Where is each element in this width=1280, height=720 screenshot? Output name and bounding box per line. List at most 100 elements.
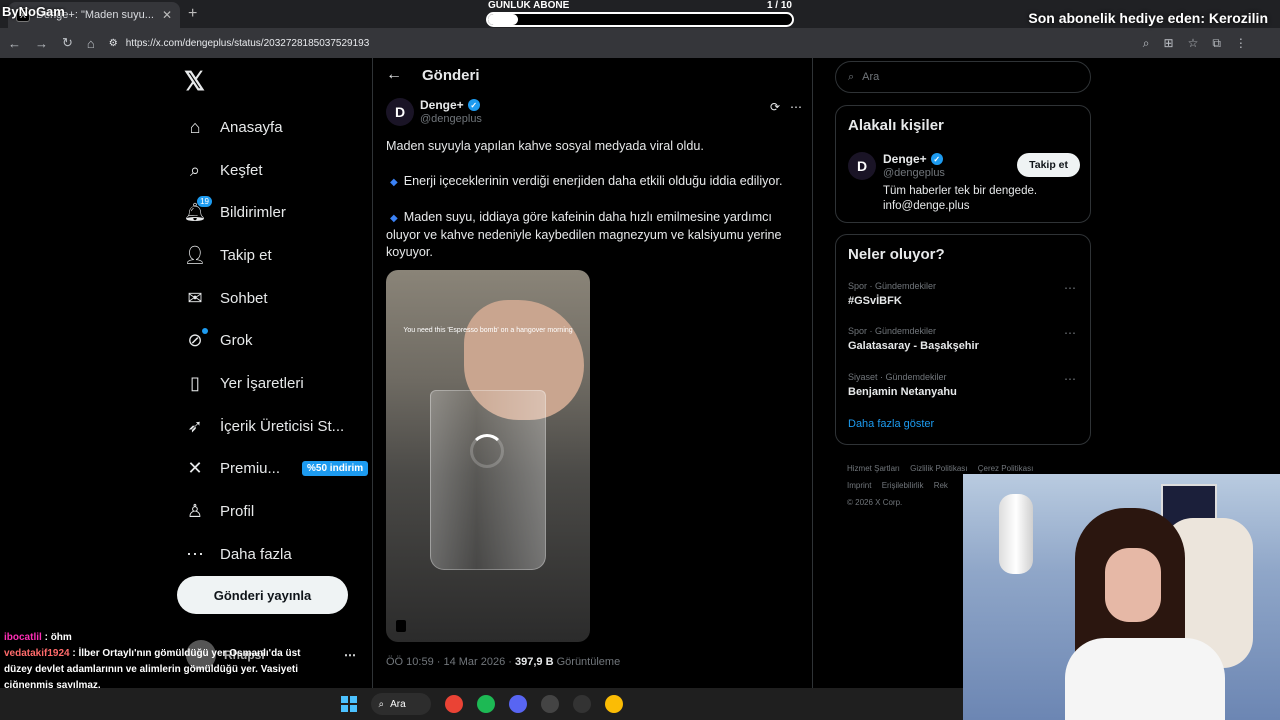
grok-dot — [202, 327, 208, 334]
author-handle[interactable]: @dengeplus — [420, 113, 482, 125]
trend-item[interactable]: Spor · Gündemdekiler Galatasaray - Başak… — [848, 326, 1080, 352]
x-logo-icon[interactable]: 𝕏 — [184, 66, 205, 97]
tweet-paragraph: Maden suyuyla yapılan kahve sosyal medya… — [386, 139, 704, 153]
sidebar-item-notifications[interactable]: 🔔︎ 19 Bildirimler — [184, 191, 368, 234]
chat-username: ibocatlil — [4, 632, 42, 643]
site-info-icon[interactable]: ⚙ — [109, 38, 118, 49]
person-add-icon: 👤︎ — [183, 244, 207, 265]
footer-link[interactable]: Rek — [934, 481, 948, 490]
related-handle[interactable]: @dengeplus — [883, 167, 945, 179]
author-name[interactable]: Denge+ ✓ — [420, 98, 480, 112]
tweet-time: ÖÖ 10:59 · 14 Mar 2026 · — [386, 656, 516, 668]
related-people-card: Alakalı kişiler D Denge+ ✓ @dengeplus Tü… — [835, 105, 1091, 223]
x-icon: ✕ — [187, 458, 203, 479]
home-browser-icon[interactable]: ⌂ — [87, 36, 95, 51]
bell-icon: 🔔︎ 19 — [184, 195, 212, 224]
grok-explain-icon[interactable]: ⟳ — [770, 100, 780, 114]
sidebar-item-creator-studio[interactable]: ➶ İçerik Üreticisi St... — [184, 405, 368, 448]
chrome-active-icon[interactable] — [604, 695, 623, 713]
sidebar-item-label: Daha fazla — [220, 545, 292, 563]
sidebar-item-premium[interactable]: ✕ Premiu... %50 indirim — [184, 448, 369, 491]
trend-more-icon[interactable]: ⋯ — [1064, 326, 1076, 340]
menu-dots-icon[interactable]: ⋮ — [1235, 36, 1247, 51]
sidebar-item-profile[interactable]: ♙ Profil — [184, 490, 368, 533]
bookmark-icon: ▯ — [190, 372, 200, 393]
rocket-icon: ➶ — [187, 415, 203, 436]
close-tab-icon[interactable]: ✕ — [162, 8, 172, 22]
chrome-icon[interactable] — [444, 695, 463, 713]
tweet-paragraph-text: Maden suyu, iddiaya göre kafeinin daha h… — [386, 210, 782, 259]
trend-category: Siyaset · Gündemdekiler — [848, 372, 947, 382]
extension-icon[interactable]: ⧉ — [1212, 36, 1221, 51]
sidebar-item-grok[interactable]: ⊘ Grok — [184, 319, 368, 362]
trend-name: #GSvİBFK — [848, 295, 902, 307]
footer-copyright: © 2026 X Corp. — [847, 498, 903, 507]
notification-badge: 19 — [197, 195, 212, 207]
search-input[interactable]: ⌕ Ara — [835, 61, 1091, 93]
related-avatar[interactable]: D — [848, 152, 876, 180]
tweet-paragraph-text: Enerji içeceklerinin verdiği enerjiden d… — [403, 174, 783, 188]
os-taskbar: ⌕ Ara — [0, 688, 963, 720]
view-label: Görüntüleme — [553, 656, 621, 668]
sidebar-item-more[interactable]: ⋯ Daha fazla — [184, 533, 368, 576]
trend-item[interactable]: Siyaset · Gündemdekiler Benjamin Netanya… — [848, 372, 1080, 398]
forward-icon[interactable]: → — [35, 36, 48, 51]
trend-more-icon[interactable]: ⋯ — [1064, 281, 1076, 295]
discord-icon[interactable] — [508, 695, 527, 713]
obs-icon[interactable] — [540, 695, 559, 713]
subscriber-goal-count: 1 / 10 — [766, 0, 792, 11]
sidebar-item-follow[interactable]: 👤︎ Takip et — [184, 234, 368, 277]
sidebar-item-home[interactable]: ⌂ Anasayfa — [184, 106, 368, 149]
video-control-icon[interactable] — [396, 620, 406, 632]
diamond-icon: ◆ — [390, 213, 398, 224]
taskbar-search-label: Ara — [390, 698, 406, 710]
footer-link[interactable]: Hizmet Şartları — [847, 464, 900, 473]
related-name[interactable]: Denge+ ✓ — [883, 152, 943, 166]
chat-message: vedatakif1924 : İlber Ortaylı'nın gömüld… — [4, 648, 301, 691]
sidebar-item-label: Anasayfa — [220, 118, 283, 136]
sidebar-item-bookmarks[interactable]: ▯ Yer İşaretleri — [184, 362, 368, 405]
trend-more-icon[interactable]: ⋯ — [1064, 372, 1076, 386]
sidebar-item-label: Premiu... — [220, 460, 281, 478]
sidebar-item-explore[interactable]: ⌕ Keşfet — [184, 149, 368, 192]
premium-discount-badge: %50 indirim — [302, 461, 369, 477]
sidebar-item-label: Bildirimler — [220, 204, 286, 222]
tweet-video[interactable]: You need this 'Espresso bomb' on a hango… — [386, 270, 590, 642]
video-glass — [430, 390, 546, 570]
back-arrow-icon[interactable]: ← — [386, 66, 402, 84]
footer-link[interactable]: Erişilebilirlik — [882, 481, 924, 490]
footer-link[interactable]: Çerez Politikası — [978, 464, 1034, 473]
windows-start-icon[interactable] — [340, 696, 357, 712]
footer-link[interactable]: Imprint — [847, 481, 871, 490]
zoom-icon[interactable]: ⌕ — [1143, 36, 1150, 51]
sidebar-item-label: Takip et — [220, 246, 272, 264]
spotify-icon[interactable] — [476, 695, 495, 713]
grok-icon: ⊘ — [184, 327, 208, 352]
tweet-more-icon[interactable]: ⋯ — [790, 100, 802, 114]
view-count: 397,9 B — [515, 656, 554, 668]
trend-item[interactable]: Spor · Gündemdekiler #GSvİBFK ⋯ — [848, 281, 1080, 307]
install-icon[interactable]: ⊞ — [1164, 36, 1174, 51]
taskbar-search[interactable]: ⌕ Ara — [370, 693, 431, 715]
streamer-shirt — [1065, 638, 1225, 720]
app-icon[interactable] — [572, 695, 591, 713]
microphone — [999, 494, 1033, 574]
verified-icon: ✓ — [467, 99, 480, 111]
follow-button[interactable]: Takip et — [1017, 153, 1080, 177]
sidebar-item-chat[interactable]: ✉ Sohbet — [184, 277, 368, 320]
reload-icon[interactable]: ↻ — [62, 35, 73, 51]
url-text: https://x.com/dengeplus/status/203272818… — [125, 37, 370, 49]
post-button[interactable]: Gönderi yayınla — [177, 576, 348, 614]
back-icon[interactable]: ← — [8, 36, 21, 51]
related-name-text: Denge+ — [883, 152, 927, 166]
footer-link[interactable]: Gizlilik Politikası — [910, 464, 967, 473]
author-avatar[interactable]: D — [386, 98, 414, 126]
show-more-link[interactable]: Daha fazla göster — [848, 418, 934, 430]
column-divider — [812, 58, 813, 688]
address-bar[interactable]: ⚙ https://x.com/dengeplus/status/2032728… — [109, 32, 1109, 54]
account-menu-icon[interactable]: ⋯ — [344, 648, 356, 662]
bookmark-star-icon[interactable]: ☆ — [1188, 36, 1199, 51]
home-icon: ⌂ — [189, 116, 201, 137]
related-title: Alakalı kişiler — [848, 117, 944, 134]
new-tab-icon[interactable]: + — [188, 5, 197, 23]
